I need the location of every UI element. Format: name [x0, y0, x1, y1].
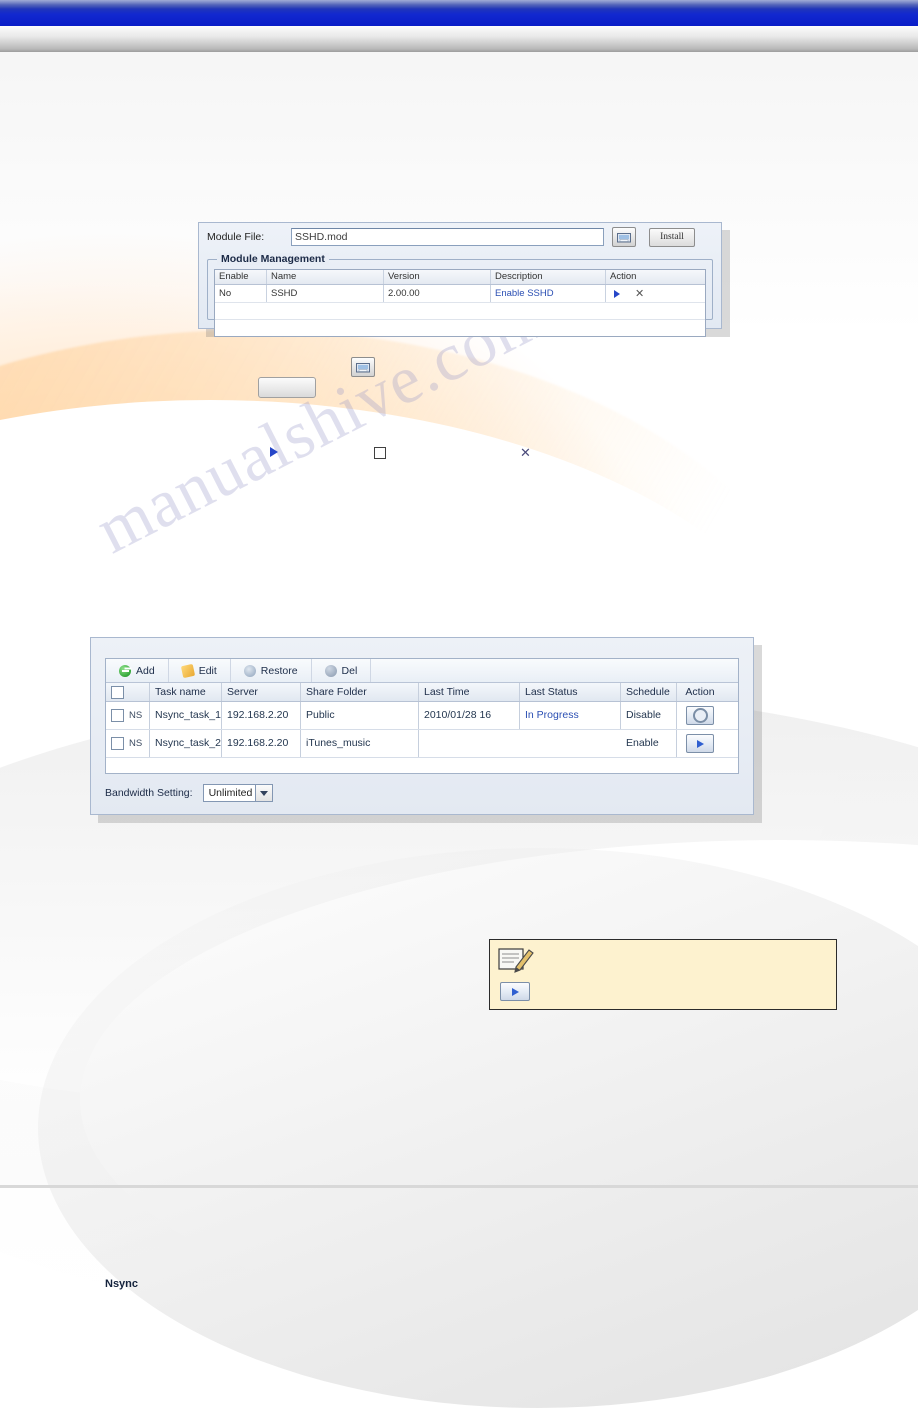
note-pencil-icon [498, 948, 534, 973]
bandwidth-setting-label: Bandwidth Setting: [105, 787, 193, 799]
page-header-grey-bar [0, 26, 918, 52]
restore-button[interactable]: Restore [231, 659, 312, 682]
nsync-toolbar: Add Edit Restore Del [106, 659, 738, 683]
nsync-legend: Nsync [105, 1278, 139, 1290]
module-cell-description: Enable SSHD [491, 285, 606, 302]
play-triangle-icon[interactable] [614, 289, 620, 298]
row-select-cell[interactable]: NS [106, 730, 150, 757]
module-table: Enable Name Version Description Action N… [214, 269, 706, 337]
note-box [489, 939, 837, 1010]
module-col-description: Description [491, 270, 606, 284]
row-action-button[interactable] [686, 734, 714, 753]
select-all-header[interactable] [106, 683, 150, 701]
module-management-legend: Module Management [217, 253, 329, 265]
cell-share-folder: Public [301, 702, 419, 729]
callout-play-triangle-icon[interactable] [270, 447, 278, 457]
folder-browse-icon [356, 362, 370, 372]
row-select-cell[interactable]: NS [106, 702, 150, 729]
module-file-label: Module File: [207, 231, 265, 243]
nsync-col-server: Server [222, 683, 301, 701]
play-triangle-icon [511, 987, 519, 996]
module-cell-name: SSHD [267, 285, 384, 302]
cell-server: 192.168.2.20 [222, 702, 301, 729]
install-button[interactable]: Install [649, 227, 695, 247]
nsync-inner-box: Add Edit Restore Del Task name Server Sh… [105, 658, 739, 774]
row-checkbox[interactable] [111, 709, 124, 722]
folder-browse-icon [617, 232, 631, 242]
module-management-fieldset: Module Management Enable Name Version De… [207, 253, 713, 337]
cell-share-folder: iTunes_music [301, 730, 419, 757]
module-cell-version: 2.00.00 [384, 285, 491, 302]
cell-task-name: Nsync_task_1 [150, 702, 222, 729]
browse-button[interactable] [612, 227, 636, 247]
module-table-blank-row [215, 302, 705, 319]
cell-server: 192.168.2.20 [222, 730, 301, 757]
nsync-panel: Nsync Add Edit Restore Del Task name Ser… [90, 637, 754, 1290]
restore-icon [243, 664, 256, 677]
bandwidth-select[interactable]: Unlimited [202, 784, 273, 802]
select-all-checkbox[interactable] [111, 685, 124, 699]
module-cell-enable: No [215, 285, 267, 302]
delete-button[interactable]: Del [312, 659, 372, 682]
nsync-col-action: Action [685, 686, 715, 698]
bandwidth-setting-row: Bandwidth Setting: Unlimited [105, 784, 273, 802]
cell-action [677, 706, 718, 725]
nsync-col-last-time: Last Time [419, 683, 520, 701]
table-row[interactable]: NS Nsync_task_1 192.168.2.20 Public 2010… [106, 702, 738, 730]
close-x-icon[interactable]: ✕ [635, 289, 644, 299]
module-management-panel: Module File: SSHD.mod Install Module Man… [198, 222, 722, 337]
bandwidth-select-arrow[interactable] [254, 785, 272, 801]
callout-stop-square-icon[interactable] [374, 447, 386, 459]
restore-button-label: Restore [260, 664, 298, 677]
cell-action [677, 734, 718, 753]
cell-schedule: Enable [621, 730, 677, 757]
nsync-grid-header: Task name Server Share Folder Last Time … [106, 683, 738, 702]
nsync-col-share-folder: Share Folder [301, 683, 419, 701]
module-cell-action: ✕ [606, 289, 694, 299]
gear-icon [692, 708, 708, 723]
module-file-input[interactable]: SSHD.mod [291, 228, 604, 246]
module-table-header: Enable Name Version Description Action [215, 270, 705, 285]
nsync-col-task-name: Task name [150, 683, 222, 701]
nsync-col-last-status: Last Status [520, 683, 621, 701]
add-button-label: Add [136, 664, 155, 677]
edit-button[interactable]: Edit [169, 659, 231, 682]
module-col-enable: Enable [215, 270, 267, 284]
table-row[interactable]: NS Nsync_task_2 192.168.2.20 iTunes_musi… [106, 730, 738, 758]
module-table-blank-row [215, 319, 705, 336]
row-checkbox[interactable] [111, 737, 124, 750]
table-row[interactable]: No SSHD 2.00.00 Enable SSHD ✕ [215, 285, 705, 302]
play-triangle-icon [696, 739, 704, 748]
callout-browse-button[interactable] [351, 357, 375, 377]
module-file-row: Module File: SSHD.mod Install [199, 223, 721, 251]
note-play-button[interactable] [500, 982, 530, 1001]
row-action-button[interactable] [686, 706, 714, 725]
chevron-down-icon [259, 790, 268, 796]
delete-button-label: Del [341, 664, 358, 677]
module-col-action: Action [610, 271, 637, 282]
edit-icon [180, 663, 195, 678]
bandwidth-selected-value: Unlimited [208, 787, 253, 799]
nsync-col-schedule: Schedule [621, 683, 677, 701]
row-tag: NS [129, 738, 143, 749]
row-tag: NS [129, 710, 143, 721]
cell-last-time: 2010/01/28 16 [419, 702, 520, 729]
delete-icon [324, 664, 337, 677]
add-button[interactable]: Add [106, 659, 169, 682]
page-header-blue-bar [0, 0, 918, 26]
cell-schedule: Disable [621, 702, 677, 729]
add-icon [119, 664, 131, 677]
cell-task-name: Nsync_task_2 [150, 730, 222, 757]
callout-install-button[interactable] [258, 377, 316, 398]
edit-button-label: Edit [198, 664, 217, 677]
cell-last-status: In Progress [520, 702, 621, 729]
module-col-version: Version [384, 270, 491, 284]
callout-close-x-icon[interactable]: ✕ [520, 445, 531, 461]
module-col-name: Name [267, 270, 384, 284]
